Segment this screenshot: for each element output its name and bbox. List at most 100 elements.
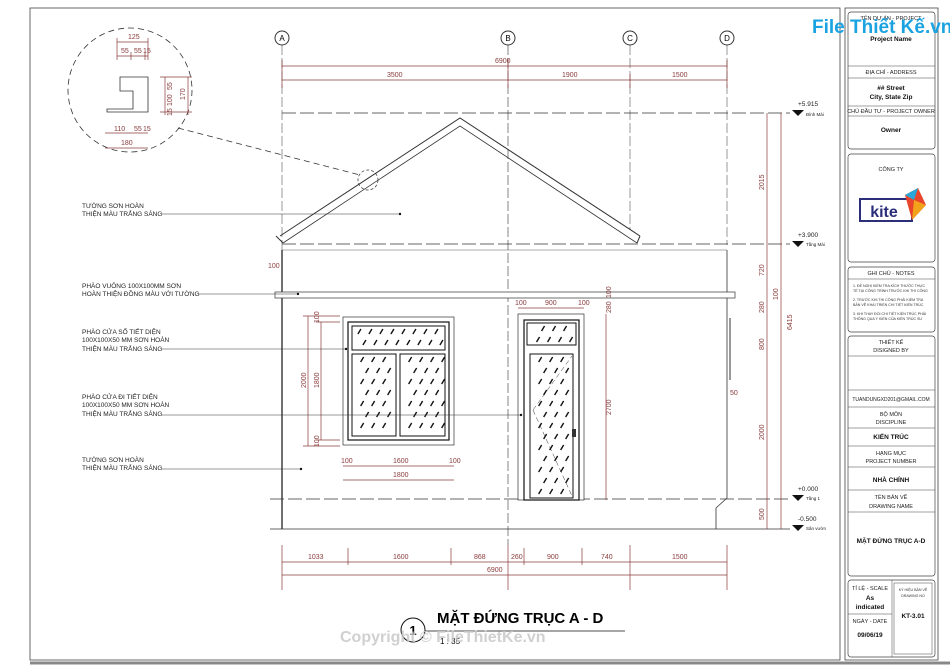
svg-text:MẶT ĐỨNG TRỤC A-D: MẶT ĐỨNG TRỤC A-D [857, 536, 926, 545]
annotation: PHÀO CỬA ĐI TIẾT DIỆN100X100X50 MM SƠN H… [82, 391, 523, 418]
svg-text:Tầng 1: Tầng 1 [806, 496, 821, 501]
svg-text:As: As [866, 595, 875, 602]
top-dimensions: 6900 3500 1900 1500 [281, 58, 728, 88]
dim-label: 1600 [393, 458, 409, 465]
svg-text:KIẾN TRÚC: KIẾN TRÚC [873, 431, 909, 441]
dim-label: 280 [759, 301, 766, 313]
cornice-detail: 125 55 55 15 55 100 15 170 110 55 15 180 [67, 27, 379, 191]
svg-text:THIỆN MÀU TRẮNG SÁNG: THIỆN MÀU TRẮNG SÁNG [82, 344, 162, 353]
svg-text:GHI CHÚ - NOTES: GHI CHÚ - NOTES [867, 270, 914, 277]
svg-text:HẠNG MỤC: HẠNG MỤC [876, 451, 906, 457]
svg-text:D: D [724, 34, 730, 43]
svg-text:-0.500: -0.500 [798, 516, 817, 523]
svg-text:DRAWING NAME: DRAWING NAME [869, 504, 913, 510]
svg-text:A: A [279, 34, 285, 43]
dim-label: 2015 [759, 174, 766, 190]
svg-text:KÝ HIỆU BẢN VẼ: KÝ HIỆU BẢN VẼ [899, 587, 928, 592]
svg-text:## Street: ## Street [877, 85, 905, 92]
detail-dim: 55 [167, 82, 174, 90]
dim-label: 900 [545, 300, 557, 307]
svg-text:File Thiết Kế.vn: File Thiết Kế.vn [812, 17, 950, 38]
svg-text:City, State Zip: City, State Zip [870, 94, 913, 101]
dim-label: 100 [314, 435, 321, 447]
annotation: PHÀO VUÔNG 100X100MM SƠNHOÀN THIỆN ĐỒNG … [82, 281, 300, 298]
svg-text:PHÀO VUÔNG 100X100MM SƠN: PHÀO VUÔNG 100X100MM SƠN [82, 281, 181, 290]
level-marker: +5.915 Đỉnh Mái [792, 101, 824, 117]
title-block: TÊN DỰ ÁN - PROJECT Project Name ĐỊA CHỈ… [844, 7, 939, 661]
opening-dimensions: 2000 1800 100 100 100 1600 100 1800 100 … [268, 263, 738, 500]
dim-label: 740 [601, 554, 613, 561]
svg-text:CHỦ ĐẦU TƯ - PROJECT OWNER: CHỦ ĐẦU TƯ - PROJECT OWNER [847, 108, 935, 115]
detail-dim: 15 [143, 48, 151, 55]
svg-text:kite: kite [870, 204, 898, 221]
dim-label: 1500 [672, 554, 688, 561]
detail-dim: 55 [134, 48, 142, 55]
svg-text:CÔNG TY: CÔNG TY [879, 166, 904, 173]
watermark-logo: File Thiết Kế.vn [812, 17, 950, 38]
door [517, 313, 585, 501]
detail-dim: 180 [121, 140, 133, 147]
svg-text:09/06/19: 09/06/19 [857, 632, 883, 639]
svg-text:+3.900: +3.900 [798, 232, 818, 239]
svg-text:KT-3.01: KT-3.01 [901, 613, 925, 620]
right-dimensions: 2015 720 100 280 800 2000 500 6415 [759, 113, 794, 529]
svg-text:DRAWING NO: DRAWING NO [901, 594, 925, 598]
svg-text:TƯỜNG SƠN HOÀN: TƯỜNG SƠN HOÀN [82, 455, 144, 464]
dim-label: 280 [606, 301, 613, 313]
kite-logo: kite [859, 188, 926, 222]
axis-c: C [622, 30, 638, 230]
svg-text:ĐỊA CHỈ - ADDRESS: ĐỊA CHỈ - ADDRESS [865, 69, 916, 76]
svg-text:TƯỜNG SƠN HOÀN: TƯỜNG SƠN HOÀN [82, 201, 144, 210]
svg-text:100X100X50 MM SƠN HOÀN: 100X100X50 MM SƠN HOÀN [82, 335, 170, 344]
svg-text:C: C [627, 34, 633, 43]
svg-text:1. ĐỀ NGHỊ KIỂM TRA KÍCH THƯỚC: 1. ĐỀ NGHỊ KIỂM TRA KÍCH THƯỚC THỰC [853, 283, 926, 288]
dim-label: 1800 [393, 472, 409, 479]
detail-dim: 15 [143, 126, 151, 133]
dim-label: 100 [773, 288, 780, 300]
dim-label: 1900 [562, 72, 578, 79]
dim-label: 1600 [393, 554, 409, 561]
svg-text:Đỉnh Mái: Đỉnh Mái [806, 111, 824, 117]
svg-text:MẶT ĐỨNG TRỤC A - D: MẶT ĐỨNG TRỤC A - D [437, 609, 603, 627]
svg-text:NGÀY - DATE: NGÀY - DATE [853, 618, 888, 625]
window [342, 316, 455, 446]
svg-text:THIỆN MÀU TRẮNG SÁNG: THIỆN MÀU TRẮNG SÁNG [82, 409, 162, 418]
dim-label: 260 [511, 554, 523, 561]
svg-text:TÊN BẢN VẼ: TÊN BẢN VẼ [875, 493, 908, 501]
dim-label: 1500 [672, 72, 688, 79]
level-marker: +0.000 Tầng 1 [792, 486, 821, 501]
svg-text:2. TRƯỚC KHI THI CÔNG PHẢI KIỂ: 2. TRƯỚC KHI THI CÔNG PHẢI KIỂM TRA [853, 297, 924, 302]
detail-dim: 15 [167, 108, 174, 116]
dim-label: 2000 [301, 372, 308, 388]
annotation: TƯỜNG SƠN HOÀNTHIỆN MÀU TRẮNG SÁNG [82, 201, 402, 218]
dim-label: 6415 [787, 314, 794, 330]
dim-label: 100 [341, 458, 353, 465]
annotations: TƯỜNG SƠN HOÀNTHIỆN MÀU TRẮNG SÁNG PHÀO … [82, 201, 523, 472]
svg-text:TUANDUNGXD201@GMAIL.COM: TUANDUNGXD201@GMAIL.COM [852, 397, 929, 403]
detail-dim: 125 [128, 34, 140, 41]
svg-text:PHÀO CỬA SỔ TIẾT DIỆN: PHÀO CỬA SỔ TIẾT DIỆN [82, 326, 161, 336]
dim-label: 720 [759, 264, 766, 276]
annotation: PHÀO CỬA SỔ TIẾT DIỆN100X100X50 MM SƠN H… [82, 326, 348, 353]
dim-label: 100 [606, 286, 613, 298]
level-marker: +3.900 Tầng Mái [792, 232, 825, 247]
watermark-copyright: Copyright © FileThietKe.vn [340, 629, 546, 646]
dim-label: 1033 [308, 554, 324, 561]
svg-text:PROJECT NUMBER: PROJECT NUMBER [866, 459, 917, 465]
detail-dim: 55 [121, 48, 129, 55]
svg-text:100X100X50 MM SƠN HOÀN: 100X100X50 MM SƠN HOÀN [82, 400, 170, 409]
svg-text:TỈ LỆ - SCALE: TỈ LỆ - SCALE [852, 584, 888, 592]
dim-label: 100 [268, 263, 280, 270]
cornice-band [274, 291, 736, 299]
dim-label: 800 [759, 338, 766, 350]
svg-text:indicated: indicated [856, 604, 885, 611]
svg-text:THÔNG QUA Ý KIẾN CỦA KIẾN TRÚC: THÔNG QUA Ý KIẾN CỦA KIẾN TRÚC SƯ [853, 316, 923, 321]
detail-dim: 100 [167, 94, 174, 106]
svg-text:TẾ TẠI CÔNG TRÌNH TRƯỚC KHI TH: TẾ TẠI CÔNG TRÌNH TRƯỚC KHI THI CÔNG [853, 288, 928, 293]
bottom-dimensions: 1033 1600 868 260 900 740 1500 6900 [281, 545, 728, 590]
dim-label: 1800 [314, 372, 321, 388]
svg-text:BỘ MÔN: BỘ MÔN [880, 411, 902, 418]
level-marker: -0.500 Sân vườn [792, 516, 826, 531]
svg-text:+0.000: +0.000 [798, 486, 818, 493]
dim-label: 100 [314, 311, 321, 323]
